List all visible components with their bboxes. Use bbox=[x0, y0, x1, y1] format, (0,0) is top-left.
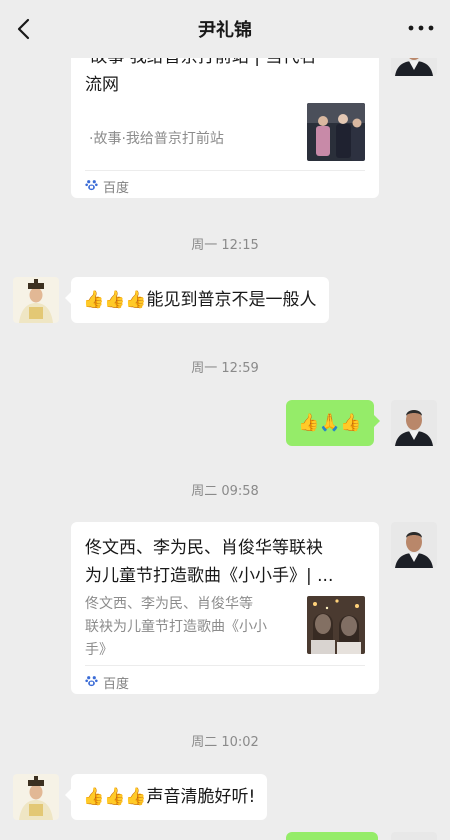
message-bubble-outgoing[interactable]: 👍🙏👍 bbox=[286, 400, 380, 446]
message-bubble[interactable]: 👍👍👍声音清脆好听! bbox=[64, 774, 268, 820]
card-description-line3: 手》 bbox=[85, 642, 113, 658]
timestamp: 周二 09:58 bbox=[191, 484, 259, 499]
contact-avatar[interactable] bbox=[13, 277, 59, 323]
my-avatar[interactable] bbox=[391, 832, 437, 840]
contact-avatar[interactable] bbox=[13, 774, 59, 820]
timestamp: 周二 10:02 bbox=[191, 735, 259, 750]
timestamp: 周一 12:15 bbox=[191, 238, 259, 253]
card-divider bbox=[85, 170, 365, 171]
card-description-line2: 联袂为儿童节打造歌曲《小小 bbox=[85, 619, 267, 635]
link-card-2[interactable]: 佟文西、李为民、肖俊华等联袂 为儿童节打造歌曲《小小手》| ... 佟文西、李为… bbox=[71, 522, 379, 694]
card-divider bbox=[85, 665, 365, 666]
card-source: 百度 bbox=[85, 673, 129, 692]
baidu-paw-icon bbox=[85, 178, 98, 195]
nav-bar: 尹礼锦 bbox=[0, 0, 450, 58]
card-source-label: 百度 bbox=[103, 677, 130, 692]
more-dots-icon[interactable] bbox=[406, 18, 436, 38]
card-title: 佟文西、李为民、肖俊华等联袂 bbox=[85, 538, 323, 558]
card-source-label: 百度 bbox=[103, 181, 130, 196]
card-thumbnail bbox=[307, 103, 365, 161]
chat-title: 尹礼锦 bbox=[198, 20, 252, 41]
card-description: ·故事·我给普京打前站 bbox=[89, 131, 224, 147]
card-title-line2: 为儿童节打造歌曲《小小手》| ... bbox=[85, 566, 334, 586]
my-avatar[interactable] bbox=[391, 522, 437, 568]
card-title-line2: 流网 bbox=[85, 75, 119, 95]
card-description: 佟文西、李为民、肖俊华等 bbox=[85, 596, 253, 612]
timestamp: 周一 12:59 bbox=[191, 361, 259, 376]
baidu-paw-icon bbox=[85, 674, 98, 691]
my-avatar[interactable] bbox=[391, 400, 437, 446]
message-bubble[interactable]: 👍👍👍能见到普京不是一般人 bbox=[65, 277, 329, 323]
message-bubble-outgoing-partial[interactable] bbox=[286, 832, 378, 840]
card-source: 百度 bbox=[85, 177, 129, 196]
card-thumbnail bbox=[307, 596, 365, 654]
chat-area: ·故事·我给普京打前站 | 当代名 流网 ·故事·我给普京打前站 bbox=[0, 0, 450, 840]
